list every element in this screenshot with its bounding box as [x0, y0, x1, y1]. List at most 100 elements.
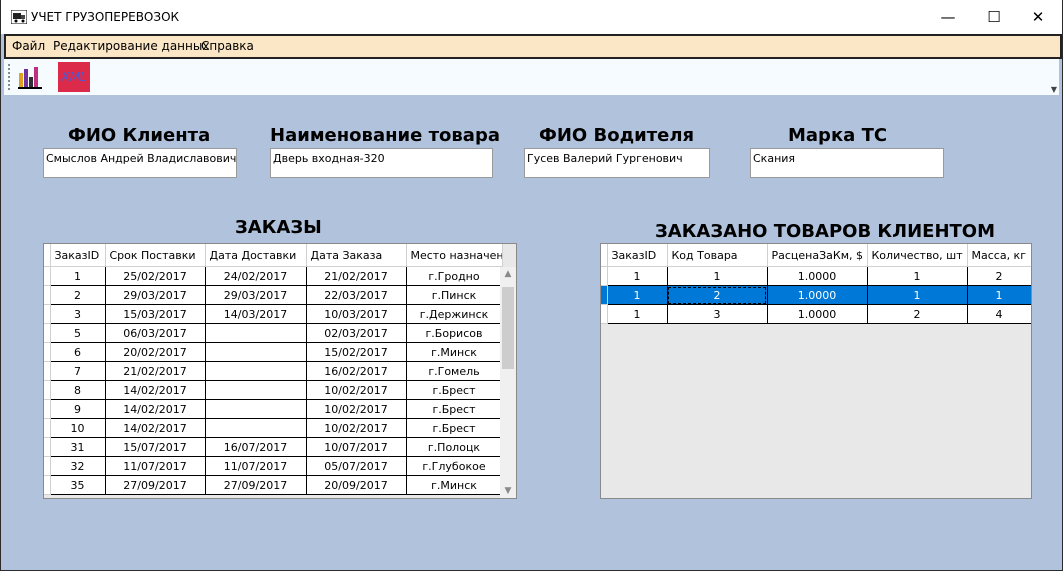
table-cell[interactable] [205, 380, 307, 400]
table-cell[interactable]: 15/02/2017 [306, 342, 407, 362]
table-row[interactable]: 1 1 1.0000 1 2 [601, 266, 1031, 286]
title-bar[interactable]: УЧЕТ ГРУЗОПЕРЕВОЗОК — ☐ ✕ [1, 0, 1062, 34]
product-field[interactable]: Дверь входная-320 [270, 148, 493, 178]
table-row[interactable]: 35 27/09/2017 27/09/2017 20/09/2017 г.Минск [44, 475, 503, 495]
table-cell[interactable]: г.Брест [406, 380, 503, 400]
table-cell[interactable] [205, 342, 307, 362]
table-row[interactable]: 10 14/02/2017 10/02/2017 г.Брест [44, 418, 503, 438]
table-cell[interactable] [205, 361, 307, 381]
close-button[interactable]: ✕ [1015, 0, 1061, 34]
goods-grid[interactable]: ЗаказID Код Товара РасценаЗаКм, $ Количе… [600, 243, 1032, 499]
table-cell[interactable]: г.Борисов [406, 323, 503, 343]
table-row[interactable]: 1 3 1.0000 2 4 [601, 304, 1031, 324]
table-cell[interactable]: 14/03/2017 [205, 304, 307, 324]
table-cell[interactable]: 14/02/2017 [105, 380, 206, 400]
table-cell[interactable]: 06/03/2017 [105, 323, 206, 343]
table-cell[interactable]: 10/02/2017 [306, 380, 407, 400]
table-cell[interactable]: 1 [607, 266, 668, 286]
table-cell[interactable]: 10/07/2017 [306, 437, 407, 457]
vehicle-field[interactable]: Скания [750, 148, 944, 178]
table-cell[interactable]: 1 [50, 266, 106, 286]
table-cell[interactable]: 10 [50, 418, 106, 438]
scroll-up-icon[interactable]: ▲ [500, 269, 516, 279]
bar-chart-icon[interactable] [18, 65, 42, 89]
table-cell[interactable]: г.Пинск [406, 285, 503, 305]
table-cell[interactable]: 8 [50, 380, 106, 400]
table-cell[interactable] [205, 418, 307, 438]
table-row[interactable]: 8 14/02/2017 10/02/2017 г.Брест [44, 380, 503, 400]
table-cell[interactable]: 20/02/2017 [105, 342, 206, 362]
table-cell[interactable]: 20/09/2017 [306, 475, 407, 495]
orders-col-id[interactable]: ЗаказID [50, 244, 106, 267]
scroll-down-icon[interactable]: ▼ [500, 486, 516, 496]
table-cell[interactable]: 1 [867, 266, 968, 286]
table-row[interactable]: 31 15/07/2017 16/07/2017 10/07/2017 г.Полоцк [44, 437, 503, 457]
table-row[interactable]: 1 2 1.0000 1 1 [601, 285, 1031, 305]
table-cell[interactable]: г.Полоцк [406, 437, 503, 457]
table-cell[interactable]: 11/07/2017 [105, 456, 206, 476]
driver-field[interactable]: Гусев Валерий Гургенович [524, 148, 710, 178]
table-cell[interactable]: 5 [50, 323, 106, 343]
table-cell[interactable]: 3 [50, 304, 106, 324]
table-cell[interactable]: 1 [607, 285, 668, 305]
table-cell[interactable]: г.Брест [406, 418, 503, 438]
table-cell[interactable]: г.Брест [406, 399, 503, 419]
table-cell[interactable]: 11/07/2017 [205, 456, 307, 476]
table-cell[interactable]: 10/02/2017 [306, 399, 407, 419]
table-cell[interactable]: 15/07/2017 [105, 437, 206, 457]
table-cell[interactable]: 02/03/2017 [306, 323, 407, 343]
xml-export-button[interactable]: XML [58, 62, 90, 92]
orders-col-deadline[interactable]: Срок Поставки [105, 244, 206, 267]
menu-edit-data[interactable]: Редактирование данных [53, 39, 209, 53]
table-cell[interactable]: 1 [607, 304, 668, 324]
table-row[interactable]: 5 06/03/2017 02/03/2017 г.Борисов [44, 323, 503, 343]
table-row[interactable]: 7 21/02/2017 16/02/2017 г.Гомель [44, 361, 503, 381]
menu-help[interactable]: Справка [201, 39, 254, 53]
table-cell[interactable] [205, 323, 307, 343]
table-cell[interactable]: 1 [967, 285, 1031, 305]
table-cell[interactable] [205, 399, 307, 419]
table-cell[interactable]: 05/07/2017 [306, 456, 407, 476]
goods-col-quantity[interactable]: Количество, шт [867, 244, 968, 267]
orders-col-delivery-date[interactable]: Дата Доставки [205, 244, 307, 267]
table-cell[interactable]: 21/02/2017 [105, 361, 206, 381]
goods-col-rate[interactable]: РасценаЗаКм, $ [767, 244, 868, 267]
table-cell[interactable]: 35 [50, 475, 106, 495]
table-cell[interactable]: 9 [50, 399, 106, 419]
menu-file[interactable]: Файл [12, 39, 45, 53]
table-cell[interactable]: 7 [50, 361, 106, 381]
table-cell[interactable]: 21/02/2017 [306, 266, 407, 286]
table-cell[interactable]: 10/03/2017 [306, 304, 407, 324]
table-cell[interactable]: 16/07/2017 [205, 437, 307, 457]
table-cell[interactable]: 2 [867, 304, 968, 324]
table-cell[interactable]: 32 [50, 456, 106, 476]
table-cell[interactable]: г.Гродно [406, 266, 503, 286]
table-cell[interactable]: 2 [967, 266, 1031, 286]
table-cell[interactable]: г.Глубокое [406, 456, 503, 476]
table-cell[interactable]: 2 [50, 285, 106, 305]
table-cell[interactable]: 4 [967, 304, 1031, 324]
table-cell[interactable]: 2 [667, 285, 768, 305]
table-row[interactable]: 2 29/03/2017 29/03/2017 22/03/2017 г.Пинск [44, 285, 503, 305]
table-cell[interactable]: г.Минск [406, 475, 503, 495]
table-cell[interactable]: 1 [867, 285, 968, 305]
scroll-thumb[interactable] [502, 287, 514, 369]
table-cell[interactable]: 3 [667, 304, 768, 324]
table-cell[interactable]: 31 [50, 437, 106, 457]
table-row[interactable]: 1 25/02/2017 24/02/2017 21/02/2017 г.Гродно [44, 266, 503, 286]
table-cell[interactable]: 25/02/2017 [105, 266, 206, 286]
maximize-button[interactable]: ☐ [971, 0, 1017, 34]
goods-col-order-id[interactable]: ЗаказID [607, 244, 668, 267]
table-row[interactable]: 6 20/02/2017 15/02/2017 г.Минск [44, 342, 503, 362]
table-cell[interactable]: 27/09/2017 [105, 475, 206, 495]
table-cell[interactable]: г.Гомель [406, 361, 503, 381]
table-row[interactable]: 32 11/07/2017 11/07/2017 05/07/2017 г.Глубок… [44, 456, 503, 476]
orders-col-destination[interactable]: Место назначения [406, 244, 503, 267]
table-cell[interactable]: 1.0000 [767, 266, 868, 286]
goods-col-mass[interactable]: Масса, кг [967, 244, 1031, 267]
table-cell[interactable]: 24/02/2017 [205, 266, 307, 286]
table-cell[interactable]: 6 [50, 342, 106, 362]
table-cell[interactable]: 1 [667, 266, 768, 286]
table-cell[interactable]: 14/02/2017 [105, 418, 206, 438]
table-cell[interactable]: 1.0000 [767, 304, 868, 324]
